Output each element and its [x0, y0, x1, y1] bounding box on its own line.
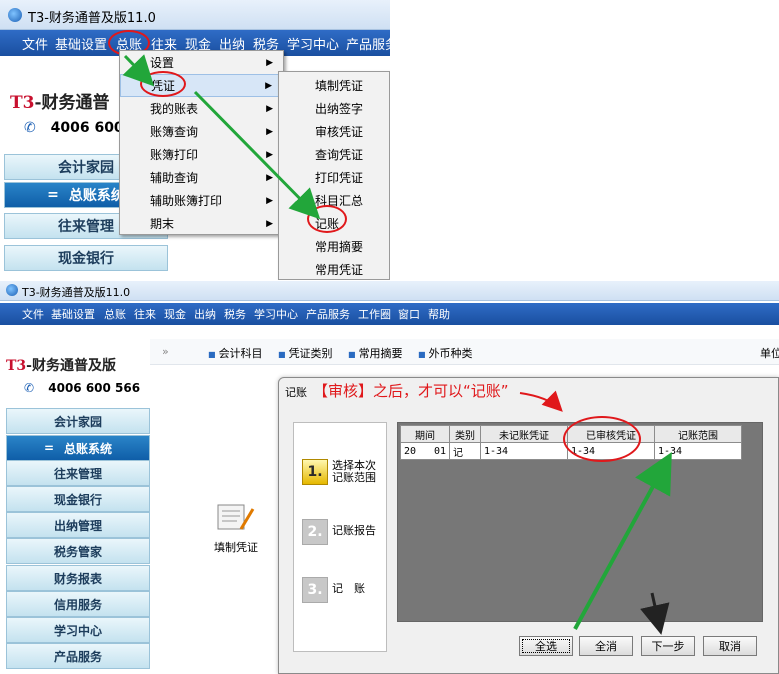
bottom-screenshot: T3-财务通普及版11.0 文件 基础设置 总账 往来 现金 出纳 税务 学习中… [0, 281, 779, 674]
annotation-arrows [122, 54, 321, 220]
annotation-arrows [519, 390, 672, 635]
top-screenshot: T3-财务通普及版11.0 文件 基础设置 总账 往来 现金 出纳 税务 学习中… [0, 0, 390, 280]
black-arrow [640, 592, 670, 635]
green-arrow [193, 90, 321, 220]
red-arrow [519, 390, 563, 412]
green-arrow [122, 54, 155, 87]
